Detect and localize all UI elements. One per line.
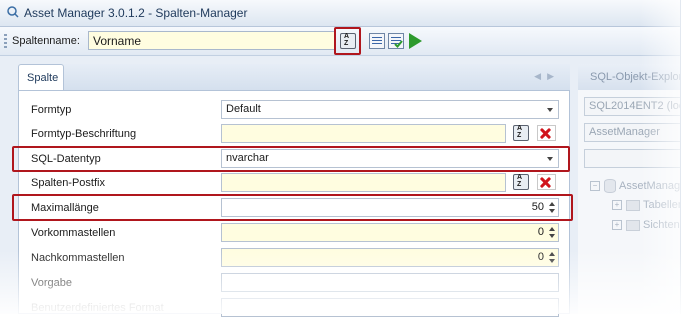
tree-tables-label: Tabellen bbox=[643, 199, 680, 211]
spinner-icon[interactable] bbox=[549, 227, 555, 239]
az-sort-icon[interactable] bbox=[513, 174, 529, 190]
row-benutzerdefiniertes-format: Benutzerdefiniertes Format bbox=[19, 296, 569, 320]
run-play-icon[interactable] bbox=[409, 33, 422, 49]
sql-object-explorer: SQL-Objekt-Explorer SQL2014ENT2 (localho… bbox=[578, 64, 680, 314]
app-icon bbox=[7, 6, 19, 18]
folder-icon bbox=[626, 219, 640, 231]
delete-x-icon[interactable] bbox=[537, 125, 556, 141]
database-select[interactable]: AssetManager bbox=[584, 123, 680, 142]
collapse-icon[interactable]: − bbox=[590, 181, 600, 191]
tab-strip: ◀▶ bbox=[64, 64, 570, 90]
tab-spalte[interactable]: Spalte bbox=[18, 64, 64, 91]
tree-node-views[interactable]: + Sichten bbox=[612, 219, 680, 231]
highlight-maximallaenge bbox=[12, 194, 573, 221]
spalten-postfix-input[interactable] bbox=[221, 173, 506, 192]
row-formtyp: Formtyp Default bbox=[19, 98, 569, 122]
delete-x-icon[interactable] bbox=[537, 174, 556, 190]
spalten-postfix-label: Spalten-Postfix bbox=[31, 177, 105, 189]
row-nachkommastellen: Nachkommastellen 0 bbox=[19, 246, 569, 270]
formtyp-label: Formtyp bbox=[31, 104, 72, 116]
properties-panel: Spalte ◀▶ Formtyp Default Formtyp-Beschr… bbox=[18, 64, 570, 317]
folder-icon bbox=[626, 199, 640, 211]
highlight-sql-datentyp bbox=[12, 146, 570, 172]
spinner-icon[interactable] bbox=[549, 252, 555, 264]
vorkommastellen-label: Vorkommastellen bbox=[31, 227, 116, 239]
tree-root-label: AssetManager bbox=[619, 179, 680, 192]
sql-check-icon[interactable] bbox=[388, 33, 404, 49]
database-icon bbox=[604, 179, 616, 193]
row-vorgabe: Vorgabe bbox=[19, 271, 569, 295]
nachkommastellen-input[interactable]: 0 bbox=[221, 248, 559, 267]
column-name-input[interactable]: Vorname bbox=[88, 31, 335, 50]
benutzerdefiniertes-format-input[interactable] bbox=[221, 298, 559, 317]
benutzerdefiniertes-format-label: Benutzerdefiniertes Format bbox=[31, 302, 164, 314]
window-title: Asset Manager 3.0.1.2 - Spalten-Manager bbox=[24, 6, 248, 20]
explorer-header: SQL-Objekt-Explorer bbox=[578, 64, 680, 90]
tree-node-root[interactable]: − AssetManager bbox=[590, 179, 680, 193]
explorer-body: SQL2014ENT2 (localhost) AssetManager − As… bbox=[578, 90, 680, 314]
toolbar-grip[interactable] bbox=[4, 34, 7, 48]
row-vorkommastellen: Vorkommastellen 0 bbox=[19, 221, 569, 245]
expand-icon[interactable]: + bbox=[612, 200, 622, 211]
az-sort-icon[interactable] bbox=[513, 125, 529, 141]
sql-script-icon[interactable] bbox=[369, 33, 385, 49]
formtyp-beschriftung-label: Formtyp-Beschriftung bbox=[31, 128, 137, 140]
vorgabe-input[interactable] bbox=[221, 273, 559, 292]
application-window: Asset Manager 3.0.1.2 - Spalten-Manager … bbox=[0, 0, 681, 317]
explorer-filter-input[interactable] bbox=[584, 149, 680, 168]
column-name-label: Spaltenname: bbox=[12, 35, 80, 47]
tab-scroll-arrows-icon[interactable]: ◀▶ bbox=[534, 71, 560, 82]
expand-icon[interactable]: + bbox=[612, 220, 622, 231]
server-select[interactable]: SQL2014ENT2 (localhost) bbox=[584, 97, 680, 116]
row-formtyp-beschriftung: Formtyp-Beschriftung bbox=[19, 122, 569, 146]
formtyp-beschriftung-input[interactable] bbox=[221, 124, 506, 143]
tree-views-label: Sichten bbox=[643, 219, 680, 231]
vorkommastellen-input[interactable]: 0 bbox=[221, 223, 559, 242]
highlight-az-button bbox=[334, 27, 361, 55]
formtyp-select[interactable]: Default bbox=[221, 100, 559, 119]
title-bar: Asset Manager 3.0.1.2 - Spalten-Manager bbox=[0, 0, 680, 27]
vorkommastellen-value: 0 bbox=[537, 226, 544, 238]
row-spalten-postfix: Spalten-Postfix bbox=[19, 171, 569, 195]
vorgabe-label: Vorgabe bbox=[31, 277, 72, 289]
tree-node-tables[interactable]: + Tabellen bbox=[612, 199, 680, 211]
nachkommastellen-value: 0 bbox=[537, 251, 544, 263]
nachkommastellen-label: Nachkommastellen bbox=[31, 252, 125, 264]
